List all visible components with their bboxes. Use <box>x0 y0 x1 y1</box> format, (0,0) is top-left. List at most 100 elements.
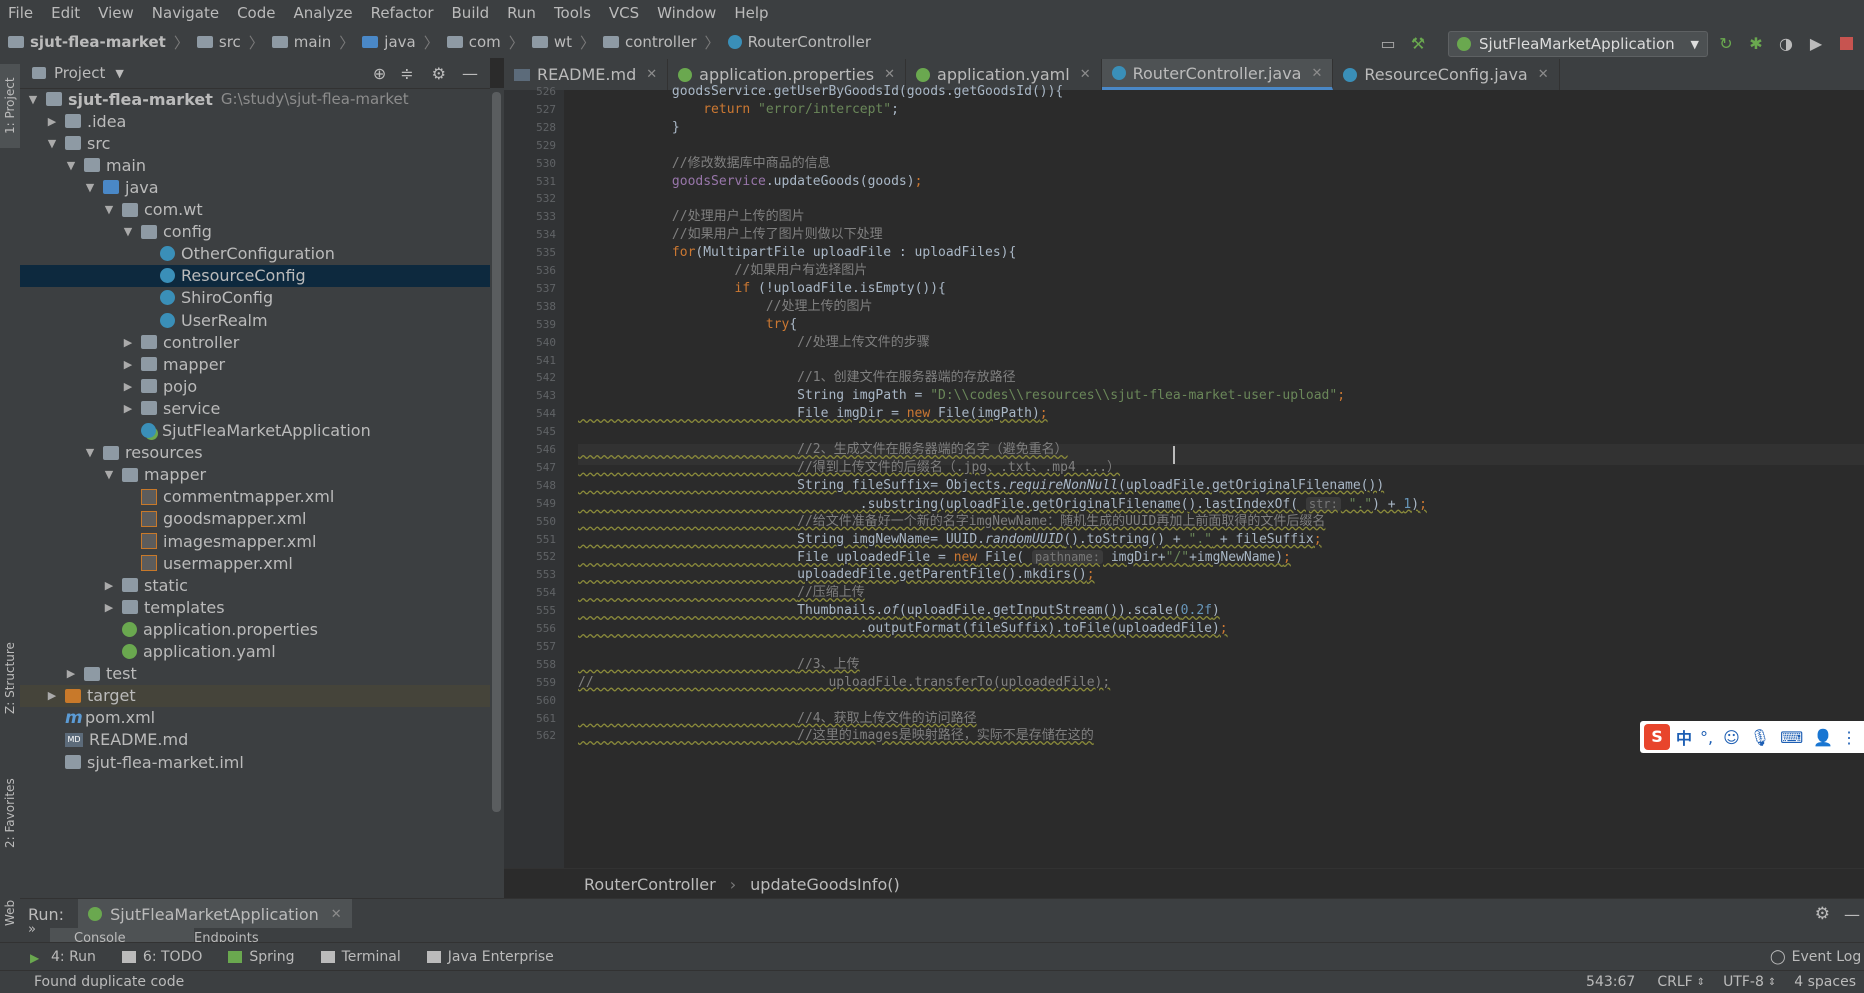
code-line[interactable]: String imgNewName= UUID.randomUUID().toS… <box>578 531 1321 549</box>
chevron-right-icon[interactable]: ▶ <box>121 358 135 371</box>
chevron-down-icon[interactable]: ▼ <box>83 181 97 194</box>
chevron-right-icon[interactable]: ▶ <box>45 115 59 128</box>
breadcrumb-item[interactable]: sjut-flea-market 〉 <box>0 32 189 53</box>
chevron-right-icon[interactable]: ▶ <box>121 336 135 349</box>
tree-item[interactable]: ▶ mapper <box>20 353 490 375</box>
minimize-icon[interactable]: — <box>462 64 478 83</box>
file-encoding[interactable]: UTF-8 <box>1723 974 1764 990</box>
tree-item[interactable]: goodsmapper.xml <box>20 508 490 530</box>
chevron-down-icon[interactable]: ▼ <box>115 67 123 80</box>
user-icon[interactable]: 👤 <box>1813 728 1833 747</box>
tree-item[interactable]: ▶ static <box>20 574 490 596</box>
run-configuration-select[interactable]: SjutFleaMarketApplication ▼ <box>1448 31 1708 57</box>
tree-item[interactable]: ▶ test <box>20 663 490 685</box>
tree-item[interactable]: ▶ pojo <box>20 375 490 397</box>
collapse-all-icon[interactable]: ≑ <box>400 64 413 83</box>
close-icon[interactable]: ✕ <box>1311 66 1322 81</box>
code-line[interactable]: return "error/intercept"; <box>578 101 899 119</box>
menu-item-tools[interactable]: Tools <box>546 4 601 22</box>
locate-target-icon[interactable]: ⊕ <box>373 64 386 83</box>
coverage-icon[interactable]: ◑ <box>1776 33 1796 53</box>
code-line[interactable]: Thumbnails.of(uploadFile.getInputStream(… <box>578 602 1220 620</box>
code-line[interactable]: //给文件准备好一个新的名字imgNewName：随机生成的UUID再加上前面取… <box>578 513 1325 531</box>
tree-item[interactable]: ▶ templates <box>20 596 490 618</box>
tree-item[interactable]: OtherConfiguration <box>20 243 490 265</box>
code-line[interactable]: //处理上传文件的步骤 <box>578 334 930 352</box>
endpoints-tab[interactable]: Endpoints <box>180 928 259 942</box>
chevron-down-icon[interactable]: ▼ <box>45 137 59 150</box>
chevron-down-icon[interactable]: ▼ <box>121 225 135 238</box>
code-line[interactable]: String imgPath = "D:\\codes\\resources\\… <box>578 387 1345 405</box>
breadcrumb-item[interactable]: com 〉 <box>439 32 524 53</box>
bottom-tab-spring[interactable]: Spring <box>228 949 295 965</box>
tree-item[interactable]: SjutFleaMarketApplication <box>20 420 490 442</box>
code-line[interactable]: if (!uploadFile.isEmpty()){ <box>578 280 946 298</box>
project-structure-icon[interactable]: ▭ <box>1378 33 1398 53</box>
breadcrumb-item[interactable]: main 〉 <box>264 32 354 53</box>
editor-breadcrumb-method[interactable]: updateGoodsInfo() <box>750 875 900 894</box>
menu-item-help[interactable]: Help <box>726 4 778 22</box>
bottom-tab-je[interactable]: Java Enterprise <box>426 949 554 965</box>
profile-icon[interactable]: ▶ <box>1806 33 1826 53</box>
ime-more-icon[interactable]: ⋮ <box>1841 728 1857 747</box>
run-config-tab[interactable]: SjutFleaMarketApplication ✕ <box>78 899 352 929</box>
tree-item[interactable]: m pom.xml <box>20 707 490 729</box>
menu-item-file[interactable]: File <box>0 4 43 22</box>
line-separator[interactable]: CRLF <box>1657 974 1692 990</box>
tree-item[interactable]: ▼ sjut-flea-market G:\study\sjut-flea-mark… <box>20 88 490 110</box>
tree-item[interactable]: MD README.md <box>20 729 490 751</box>
close-icon[interactable]: ✕ <box>1538 67 1549 82</box>
code-line[interactable]: //如果用户上传了图片则做以下处理 <box>578 226 883 244</box>
menu-item-code[interactable]: Code <box>229 4 285 22</box>
code-line[interactable]: for(MultipartFile uploadFile : uploadFil… <box>578 244 1016 262</box>
bottom-tab-terminal[interactable]: Terminal <box>320 949 401 965</box>
breadcrumb-item[interactable]: src 〉 <box>189 32 264 53</box>
emoji-icon[interactable]: ☺ <box>1723 728 1740 747</box>
code-line[interactable]: File imgDir = new File(imgPath); <box>578 405 1047 423</box>
tree-item[interactable]: ▼ main <box>20 154 490 176</box>
menu-item-build[interactable]: Build <box>444 4 500 22</box>
menu-item-vcs[interactable]: VCS <box>601 4 649 22</box>
code-line[interactable]: //这里的images是映射路径，实际不是存储在这的 <box>578 727 1094 745</box>
menu-item-run[interactable]: Run <box>499 4 546 22</box>
code-line[interactable]: //处理用户上传的图片 <box>578 208 805 226</box>
chevron-right-icon[interactable]: ▶ <box>121 380 135 393</box>
chevron-right-icon[interactable]: ▶ <box>102 601 116 614</box>
tree-item[interactable]: ▶ service <box>20 397 490 419</box>
build-hammer-icon[interactable]: ⚒ <box>1408 33 1428 53</box>
chevron-right-icon[interactable]: ▶ <box>64 667 78 680</box>
tree-item[interactable]: ▶ .idea <box>20 110 490 132</box>
tree-item[interactable]: sjut-flea-market.iml <box>20 751 490 773</box>
close-icon[interactable]: ✕ <box>646 67 657 82</box>
tree-item[interactable]: ▼ config <box>20 221 490 243</box>
tree-item[interactable]: UserRealm <box>20 309 490 331</box>
bottom-tab-todo[interactable]: 6: TODO <box>121 949 202 965</box>
menu-item-navigate[interactable]: Navigate <box>144 4 229 22</box>
code-line[interactable]: //得到上传文件的后缀名（.jpg、.txt、.mp4 ...） <box>578 459 1120 477</box>
structure-tool-button[interactable]: Z: Structure <box>0 628 20 728</box>
chevron-right-icon[interactable]: ▶ <box>102 579 116 592</box>
console-tab[interactable]: Console <box>50 928 194 942</box>
code-line[interactable]: //2、生成文件在服务器端的名字（避免重名） <box>578 441 1067 459</box>
tree-item[interactable]: ▶ target <box>20 684 490 707</box>
code-line[interactable]: String fileSuffix= Objects.requireNonNul… <box>578 477 1384 495</box>
code-line[interactable]: //1、创建文件在服务器端的存放路径 <box>578 369 1015 387</box>
favorites-tool-button[interactable]: 2: Favorites <box>0 758 20 868</box>
tree-item[interactable]: usermapper.xml <box>20 552 490 574</box>
tree-item[interactable]: imagesmapper.xml <box>20 530 490 552</box>
tree-item[interactable]: ▼ src <box>20 132 490 154</box>
code-line[interactable]: //如果用户有选择图片 <box>578 262 868 280</box>
code-line[interactable]: File uploadedFile = new File( pathname: … <box>578 548 1291 566</box>
chevron-down-icon[interactable]: ▼ <box>83 446 97 459</box>
code-line[interactable]: //4、获取上传文件的访问路径 <box>578 710 976 728</box>
code-line[interactable]: //处理上传的图片 <box>578 298 873 316</box>
tree-item[interactable]: ▶ controller <box>20 331 490 353</box>
menu-item-refactor[interactable]: Refactor <box>363 4 444 22</box>
menu-item-analyze[interactable]: Analyze <box>285 4 362 22</box>
chevron-down-icon[interactable]: ▼ <box>26 93 40 106</box>
code-line[interactable]: // uploadFile.transferTo(uploadedFile); <box>578 674 1110 692</box>
microphone-icon[interactable]: 🎙 <box>1750 728 1770 747</box>
code-line[interactable]: //修改数据库中商品的信息 <box>578 155 831 173</box>
tree-item[interactable]: commentmapper.xml <box>20 486 490 508</box>
code-line[interactable]: goodsService.getUserByGoodsId(goods.getG… <box>578 83 1063 101</box>
